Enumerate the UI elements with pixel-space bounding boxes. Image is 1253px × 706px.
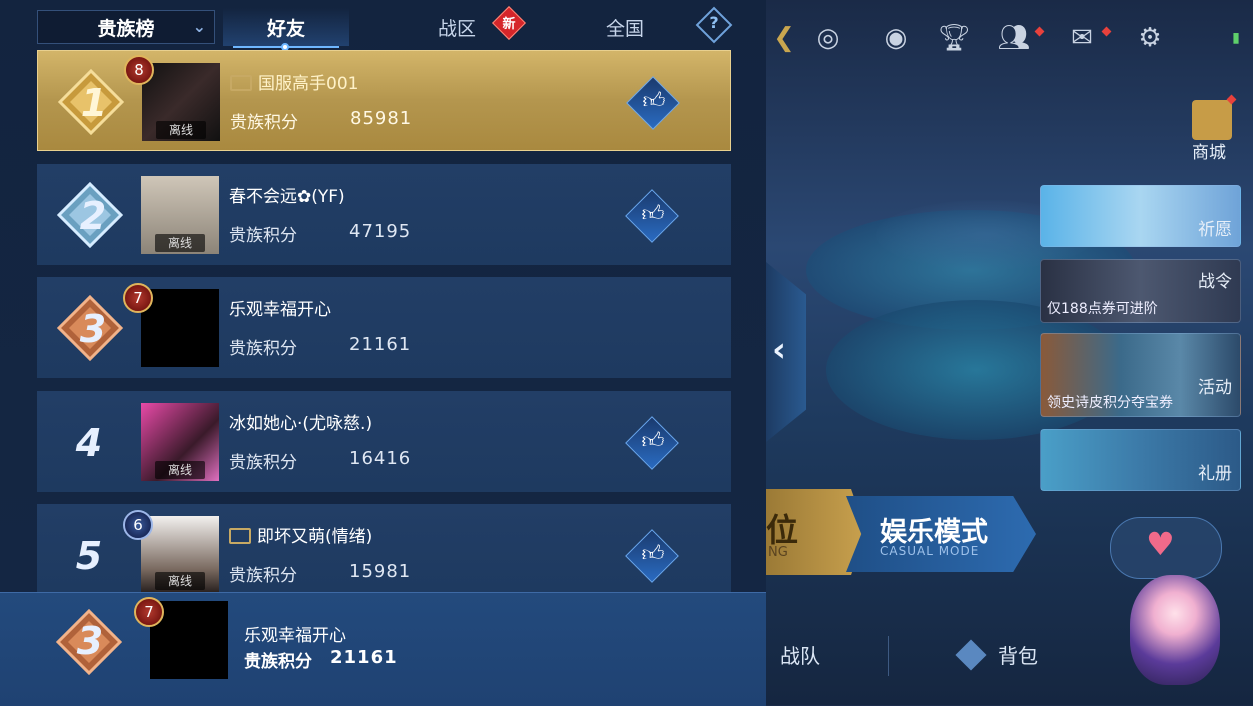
table-row[interactable]: 5 离线 6 即坏又萌(情绪) 贵族积分 15981 👍︎ — [37, 504, 731, 592]
wifi-battery-icon: ▮ — [1232, 30, 1240, 46]
score-value: 85981 — [350, 108, 413, 129]
noble-level-badge: 7 — [134, 597, 164, 627]
rank-number: 2 — [79, 194, 107, 238]
tab-region[interactable]: 战区 — [417, 8, 497, 46]
wish-card[interactable]: 祈愿 — [1040, 185, 1241, 247]
new-badge-label: 新 — [502, 17, 516, 32]
rank-number: 5 — [75, 534, 103, 578]
leaderboard-panel: 贵族榜 ⌄ 好友 战区 新 全国 ? 1 离线 8 国服高手001 贵族积分 8… — [0, 0, 766, 706]
status-label: 离线 — [155, 234, 205, 252]
tab-region-label: 战区 — [437, 17, 476, 40]
settings-gear-icon[interactable]: ⚙ — [1130, 18, 1170, 58]
score-label: 贵族积分 — [244, 652, 312, 672]
player-name: 乐观幸福开心 — [229, 300, 331, 320]
help-icon-glyph: ? — [709, 13, 719, 32]
status-label: 离线 — [156, 121, 206, 139]
score-label: 贵族积分 — [229, 566, 297, 586]
thumbs-up-icon: 👍︎ — [641, 202, 665, 227]
rank-number: 1 — [80, 81, 108, 125]
score-label: 贵族积分 — [229, 453, 297, 473]
thumbs-up-icon: 👍︎ — [641, 429, 665, 454]
table-row[interactable]: 1 离线 8 国服高手001 贵族积分 85981 👍︎ — [37, 50, 731, 151]
my-rank-bar: 3 7 乐观幸福开心 贵族积分 21161 — [0, 592, 766, 706]
leaderboard-tabs: 贵族榜 ⌄ 好友 战区 新 全国 ? — [37, 6, 733, 51]
battle-pass-sub: 仅188点券可进阶 — [1047, 301, 1158, 317]
spiral-icon[interactable]: ◎ — [808, 18, 848, 58]
friends-icon[interactable]: 👥︎ — [994, 18, 1034, 58]
thumbs-up-icon: 👍︎ — [641, 542, 665, 567]
player-name: 冰如她心·(尤咏慈.) — [229, 414, 373, 434]
event-card[interactable]: 活动 领史诗皮积分夺宝券 — [1040, 333, 1241, 417]
event-label: 活动 — [1198, 378, 1232, 398]
bag-nav[interactable]: 背包 — [998, 640, 1038, 669]
rank-number: 3 — [76, 619, 104, 663]
avatar[interactable]: 离线 — [142, 63, 220, 141]
board-type-dropdown[interactable]: 贵族榜 ⌄ — [37, 10, 215, 44]
gift-book-label: 礼册 — [1198, 464, 1232, 484]
ranked-mode-sub: NG — [768, 545, 788, 560]
team-nav[interactable]: 战队 — [780, 640, 820, 669]
table-row[interactable]: 4 离线 冰如她心·(尤咏慈.) 贵族积分 16416 👍︎ — [37, 391, 731, 492]
score-label: 贵族积分 — [229, 339, 297, 359]
board-type-label: 贵族榜 — [97, 17, 155, 40]
tab-national-label: 全国 — [605, 17, 644, 40]
score-value: 15981 — [349, 561, 412, 582]
score-value: 21161 — [330, 647, 398, 668]
noble-level-badge: 6 — [123, 510, 153, 540]
tab-friends-label: 好友 — [266, 17, 305, 40]
chevron-down-icon: ⌄ — [192, 17, 206, 36]
rank-number: 3 — [79, 307, 107, 351]
thumbs-up-icon: 👍︎ — [642, 89, 666, 114]
tab-national[interactable]: 全国 — [585, 8, 665, 46]
avatar[interactable]: 离线 — [141, 176, 219, 254]
top-toolbar: ❮ ◎ ◉ 🏆︎ 👥︎ ✉ ⚙ ▮ — [760, 18, 1253, 62]
score-label: 贵族积分 — [230, 113, 298, 133]
noble-level-badge: 8 — [124, 55, 154, 85]
mascot-character[interactable] — [1130, 575, 1220, 685]
wing-icon[interactable]: ❮ — [764, 18, 804, 58]
rank-number: 4 — [75, 421, 103, 465]
score-value: 47195 — [349, 221, 412, 242]
player-name: 即坏又萌(情绪) — [229, 522, 372, 547]
score-label: 贵族积分 — [229, 226, 297, 246]
player-name: 乐观幸福开心 — [244, 626, 346, 646]
gift-book-card[interactable]: 礼册 — [1040, 429, 1241, 491]
battle-pass-label: 战令 — [1198, 272, 1232, 292]
casual-mode-sub: CASUAL MODE — [880, 544, 980, 558]
trophy-icon[interactable]: 🏆︎ — [934, 18, 974, 58]
tab-friends[interactable]: 好友 — [223, 8, 349, 51]
shop-label[interactable]: 商城 — [1192, 138, 1226, 163]
avatar[interactable]: 离线 — [141, 403, 219, 481]
event-sub: 领史诗皮积分夺宝券 — [1047, 395, 1173, 411]
table-row[interactable]: 2 离线 春不会远✿(YF) 贵族积分 47195 👍︎ — [37, 164, 731, 265]
heart-icon: ♥ — [1146, 525, 1175, 563]
score-value: 21161 — [349, 334, 412, 355]
player-name: 春不会远✿(YF) — [229, 187, 345, 207]
noble-level-badge: 7 — [123, 283, 153, 313]
team-tag-icon — [229, 528, 251, 544]
wish-label: 祈愿 — [1198, 220, 1232, 240]
player-name: 国服高手001 — [230, 69, 358, 94]
mail-icon[interactable]: ✉ — [1062, 18, 1102, 58]
eye-icon[interactable]: ◉ — [876, 18, 916, 58]
score-value: 16416 — [349, 448, 412, 469]
status-label: 离线 — [155, 572, 205, 590]
shop-icon[interactable] — [1192, 100, 1232, 140]
status-label: 离线 — [155, 461, 205, 479]
chevron-left-icon: ‹ — [772, 330, 787, 370]
table-row[interactable]: 3 7 乐观幸福开心 贵族积分 21161 — [37, 277, 731, 378]
team-tag-icon — [230, 75, 252, 91]
battle-pass-card[interactable]: 战令 仅188点券可进阶 — [1040, 259, 1241, 323]
